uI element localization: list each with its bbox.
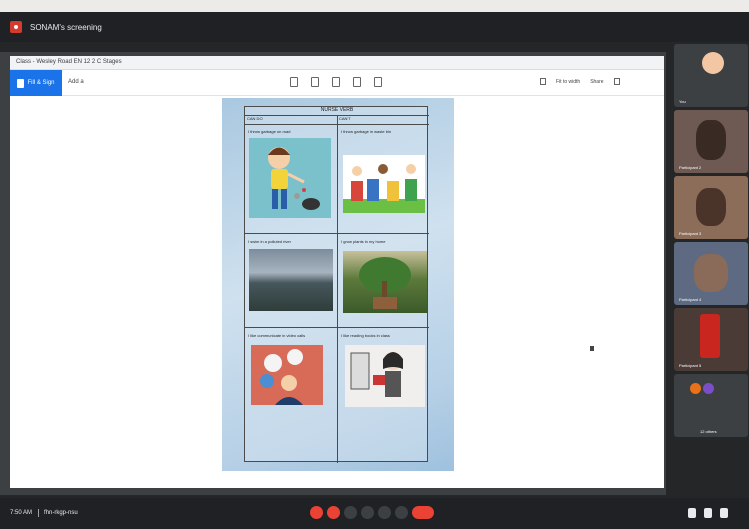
avatar [690, 383, 701, 394]
participant-tile[interactable]: Participant 2 [674, 110, 748, 173]
boy-littering-illustration [249, 138, 331, 218]
draw-icon[interactable] [332, 77, 340, 87]
more-icon[interactable] [395, 506, 408, 519]
save-icon[interactable] [613, 78, 620, 85]
tool-icon-group [290, 77, 382, 87]
end-call-icon[interactable] [412, 506, 434, 519]
pdf-viewer[interactable]: Class - Wesley Road EN 12 2 C Stages Fil… [10, 56, 664, 529]
column-header-left: CAN DO [245, 116, 337, 125]
mic-icon[interactable] [310, 506, 323, 519]
meeting-code: fhn-rkgp-nsu [44, 510, 78, 516]
row-divider [245, 233, 429, 234]
column-header-right: CAN'T [337, 116, 429, 125]
teacher-reading-illustration [345, 345, 425, 407]
participant-tile[interactable]: Participant 4 [674, 242, 748, 305]
participant-name: Participant 5 [679, 363, 702, 368]
people-icon[interactable] [704, 508, 712, 518]
participant-tile[interactable]: Participant 3 [674, 176, 748, 239]
call-controls [310, 506, 434, 519]
side-controls [688, 508, 728, 518]
erase-icon[interactable] [374, 77, 382, 87]
cell-caption: I swim in a polluted river [248, 239, 291, 244]
potted-plant-photo [343, 251, 427, 313]
worksheet-heading: NURSE VERB [245, 107, 429, 116]
window-title: SONAM's screening [30, 22, 102, 32]
avatar [703, 383, 714, 394]
highlight-icon[interactable] [311, 77, 319, 87]
cell-caption: I like communicate in video calls [248, 333, 306, 338]
participant-tile[interactable]: Participant 5 [674, 308, 748, 371]
photo-bezel [0, 0, 749, 12]
fill-sign-button[interactable]: Fill & Sign [10, 70, 62, 96]
cell-caption: I throw garbage on road [248, 129, 291, 134]
divider [38, 509, 39, 517]
screen-share-banner: SONAM's screening [0, 12, 749, 42]
camera-icon[interactable] [327, 506, 340, 519]
info-icon[interactable] [688, 508, 696, 518]
pdf-toolbar: Fill & Sign Add a Fit to width Share [10, 70, 664, 96]
row-divider [245, 327, 429, 328]
pdf-titlebar: Class - Wesley Road EN 12 2 C Stages [10, 56, 664, 70]
participant-tile[interactable]: You [674, 44, 748, 107]
page-icon [540, 78, 546, 85]
participant-name: 12 others [700, 429, 717, 434]
cell-caption: I like reading books in class [341, 333, 390, 338]
share-button[interactable]: Share [590, 79, 603, 85]
caption-icon[interactable] [344, 506, 357, 519]
avatar [702, 52, 724, 74]
participant-name: Participant 4 [679, 297, 702, 302]
video-call-illustration [251, 345, 323, 405]
participant-name: Participant 2 [679, 165, 702, 170]
participant-video [694, 254, 728, 292]
participant-name: You [679, 99, 686, 104]
present-icon[interactable] [378, 506, 391, 519]
document-page: NURSE VERB CAN DO CAN'T I throw garbage … [222, 98, 454, 471]
meet-screen: SONAM's screening Class - Wesley Road EN… [0, 0, 749, 529]
fit-width-button[interactable]: Fit to width [556, 79, 580, 85]
participant-video [700, 314, 720, 358]
others-avatars [690, 383, 714, 394]
column-divider [337, 116, 338, 463]
view-controls: Fit to width Share [540, 78, 620, 85]
cell-caption: I grow plants in my home [341, 239, 386, 244]
raise-hand-icon[interactable] [361, 506, 374, 519]
cell-caption: I throw garbage in waste bin [341, 129, 392, 134]
record-icon [10, 21, 22, 33]
document-icon [17, 78, 25, 88]
control-bar: 7:50 AM fhn-rkgp-nsu [0, 498, 749, 529]
polluted-river-photo [249, 249, 333, 311]
chat-icon[interactable] [720, 508, 728, 518]
text-icon[interactable] [353, 77, 361, 87]
participant-video [696, 120, 726, 160]
mouse-cursor [590, 346, 594, 351]
fill-sign-label: Fill & Sign [27, 80, 55, 86]
participant-video [696, 188, 726, 226]
add-text-button[interactable]: Add a [68, 79, 84, 85]
worksheet-table: NURSE VERB CAN DO CAN'T I throw garbage … [244, 106, 429, 463]
clock: 7:50 AM [10, 510, 33, 516]
search-icon[interactable] [290, 77, 298, 87]
kids-recycling-illustration [343, 155, 425, 213]
participant-name: Participant 3 [679, 231, 702, 236]
file-name: Class - Wesley Road EN 12 2 C Stages [16, 59, 122, 65]
